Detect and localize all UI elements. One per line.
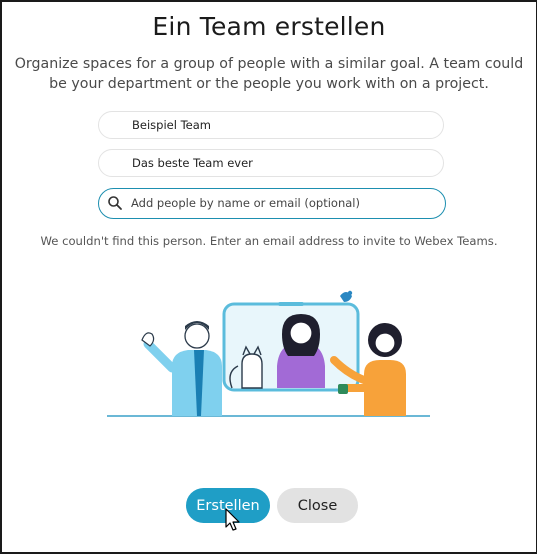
add-people-search-field[interactable]: Add people by name or email (optional) [98,188,446,219]
close-button[interactable]: Close [277,488,358,523]
create-team-dialog: Ein Team erstellen Organize spaces for a… [0,0,537,554]
team-illustration [107,290,430,417]
dialog-title: Ein Team erstellen [152,12,386,41]
team-name-field[interactable]: Beispiel Team [98,111,444,139]
add-people-placeholder: Add people by name or email (optional) [131,196,360,210]
dialog-subtitle: Organize spaces for a group of people wi… [14,56,524,92]
not-found-hint: We couldn't find this person. Enter an e… [40,234,498,248]
team-description-field[interactable]: Das beste Team ever [98,149,444,177]
mouse-pointer-icon [225,508,240,531]
search-icon [108,196,122,210]
